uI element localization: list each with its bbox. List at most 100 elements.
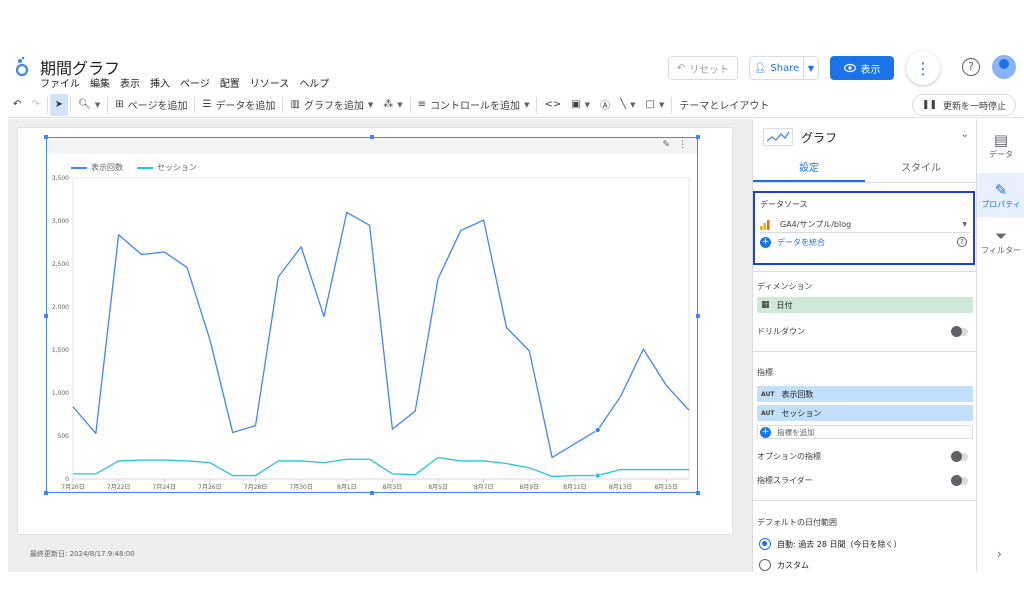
- resize-handle[interactable]: [44, 135, 48, 139]
- dropdown-arrow-icon: ▼: [962, 221, 967, 228]
- time-series-chart[interactable]: ✎ ⋮ 表示回数 セッション 0 500 1,000 1,500 2,000 2,500 3…: [44, 135, 700, 495]
- x-tick-label: 8月15日: [654, 484, 677, 491]
- toolbar-divider: [671, 96, 673, 113]
- resize-handle[interactable]: [44, 491, 48, 495]
- rail-item-properties[interactable]: ✎ プロパティ: [977, 173, 1024, 217]
- chevron-right-icon[interactable]: ›: [997, 547, 1002, 561]
- more-options-button[interactable]: ⋮: [906, 51, 940, 85]
- x-tick-label: 8月9日: [519, 484, 539, 491]
- side-rail: ▤ データ ✎ プロパティ ⏷ フィルター ›: [976, 119, 1024, 572]
- resize-handle[interactable]: [370, 135, 374, 139]
- hover-marker: [594, 426, 601, 433]
- reset-button[interactable]: ↶ リセット: [668, 56, 738, 80]
- y-tick-label: 1,500: [52, 347, 69, 354]
- x-tick-label: 7月28日: [244, 484, 267, 491]
- menu-help[interactable]: ヘルプ: [299, 75, 329, 90]
- add-data-button[interactable]: ☰ データを追加: [197, 94, 280, 116]
- date-range-auto-option[interactable]: 自動: 過去 28 日間（今日を除く）: [759, 538, 902, 550]
- x-tick-label: 7月22日: [107, 484, 130, 491]
- undo-arrow-icon: ↶: [676, 62, 686, 74]
- add-metric-button[interactable]: + 指標を追加: [757, 425, 973, 439]
- toolbar-divider: [46, 96, 48, 113]
- add-data-icon: ☰: [202, 99, 212, 110]
- add-page-icon: ⊞: [115, 99, 124, 110]
- more-vert-icon: ⋮: [915, 58, 931, 78]
- aut-badge: AUT: [761, 409, 775, 417]
- blend-data-button[interactable]: + データを統合: [760, 237, 825, 248]
- menu-page[interactable]: ページ: [180, 75, 210, 90]
- resize-handle[interactable]: [696, 135, 700, 139]
- menu-bar: ファイル 編集 表示 挿入 ページ 配置 リソース ヘルプ: [40, 75, 329, 90]
- calendar-icon: ▦: [761, 300, 770, 310]
- y-tick-label: 2,500: [52, 261, 69, 268]
- dimension-chip[interactable]: ▦ 日付: [757, 297, 973, 313]
- tab-setup[interactable]: 設定: [753, 157, 865, 182]
- add-chart-button[interactable]: ▥ グラフを追加 ▼: [285, 94, 378, 116]
- looker-studio-logo-icon[interactable]: [14, 56, 30, 78]
- pause-updates-button[interactable]: ❚❚ 更新を一時停止: [911, 94, 1016, 116]
- aut-badge: AUT: [761, 390, 775, 398]
- x-tick-label: 8月7日: [474, 484, 494, 491]
- resize-handle[interactable]: [696, 314, 700, 318]
- add-control-button[interactable]: ≡ コントロールを追加 ▼: [413, 94, 535, 116]
- zoom-icon: 🔍︎: [78, 99, 91, 110]
- zoom-button[interactable]: 🔍︎ ▼: [73, 94, 105, 116]
- image-icon: ▣: [571, 99, 581, 110]
- drilldown-toggle[interactable]: [951, 326, 968, 337]
- optional-metric-toggle[interactable]: [951, 451, 968, 462]
- resize-handle[interactable]: [370, 491, 374, 495]
- select-cursor-icon[interactable]: ➤: [49, 93, 69, 116]
- menu-view[interactable]: 表示: [120, 75, 140, 90]
- toolbar-divider: [409, 96, 411, 113]
- report-page[interactable]: ✎ ⋮ 表示回数 セッション 0 500 1,000 1,500 2,000 2,500 3…: [18, 128, 732, 558]
- menu-file[interactable]: ファイル: [40, 75, 80, 90]
- radio-unchecked-icon[interactable]: [759, 559, 771, 571]
- image-button[interactable]: ▣ ▼: [566, 94, 595, 116]
- toolbar-divider: [282, 96, 284, 113]
- add-component-button[interactable]: ⁂ ▼: [378, 94, 407, 116]
- redo-icon[interactable]: ↷: [26, 94, 44, 116]
- y-tick-label: 3,000: [52, 218, 69, 225]
- share-button[interactable]: 👤︎ Share ▼: [749, 56, 819, 80]
- dimension-title: ディメンション: [757, 282, 813, 291]
- radio-checked-icon[interactable]: [759, 538, 771, 550]
- avatar[interactable]: [992, 55, 1016, 79]
- menu-insert[interactable]: 挿入: [150, 75, 170, 90]
- share-dropdown-icon[interactable]: ▼: [804, 64, 818, 73]
- shape-button[interactable]: □ ▼: [640, 94, 669, 116]
- table-icon: ▤: [993, 131, 1009, 149]
- menu-edit[interactable]: 編集: [90, 75, 110, 90]
- metric-slider-toggle[interactable]: [951, 475, 968, 486]
- view-button[interactable]: 表示: [830, 56, 894, 80]
- metric-chip-sessions[interactable]: AUT セッション: [757, 405, 973, 421]
- chart-type-selector[interactable]: グラフ ⌄: [753, 119, 976, 155]
- toolbar: ↶ ↷ ➤ 🔍︎ ▼ ⊞ ページを追加 ☰ データを追加 ▥ グラフを追加 ▼ ⁂…: [8, 92, 1024, 118]
- menu-arrange[interactable]: 配置: [220, 75, 240, 90]
- metric-chip-impressions[interactable]: AUT 表示回数: [757, 386, 973, 402]
- theme-layout-button[interactable]: テーマとレイアウト: [674, 94, 774, 116]
- add-page-button[interactable]: ⊞ ページを追加: [110, 94, 192, 116]
- resize-handle[interactable]: [696, 491, 700, 495]
- x-tick-label: 7月30日: [289, 484, 312, 491]
- tab-style[interactable]: スタイル: [865, 157, 976, 182]
- caret-down-icon: ▼: [584, 100, 591, 109]
- date-range-custom-option[interactable]: カスタム: [759, 559, 809, 571]
- help-circle-icon[interactable]: ?: [957, 237, 967, 247]
- menu-resource[interactable]: リソース: [250, 75, 290, 90]
- line-button[interactable]: ╲ ▼: [615, 94, 640, 116]
- rail-item-filter[interactable]: ⏷ フィルター: [977, 219, 1024, 263]
- y-tick-label: 3,500: [52, 175, 69, 182]
- metric-title: 指標: [757, 368, 773, 377]
- toolbar-divider: [536, 96, 538, 113]
- share-label[interactable]: 👤︎ Share: [750, 57, 804, 79]
- embed-code-icon[interactable]: <>: [539, 94, 566, 116]
- help-icon[interactable]: ?: [962, 58, 980, 76]
- resize-handle[interactable]: [44, 314, 48, 318]
- text-box-icon[interactable]: Ⓐ: [595, 94, 615, 116]
- undo-icon[interactable]: ↶: [8, 94, 26, 116]
- add-circle-icon: +: [760, 426, 771, 438]
- datasource-selector[interactable]: GA4/サンプル/blog ▼: [760, 217, 971, 233]
- properties-panel: グラフ ⌄ 設定 スタイル データソース GA4/サンプル/blog ▼ + デ…: [752, 119, 976, 572]
- rail-item-data[interactable]: ▤ データ: [977, 123, 1024, 167]
- chevron-down-icon[interactable]: ⌄: [961, 129, 969, 140]
